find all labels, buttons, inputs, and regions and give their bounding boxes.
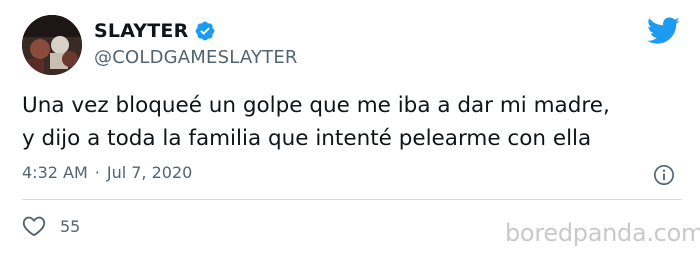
avatar[interactable] (22, 15, 82, 75)
divider (22, 199, 682, 200)
tweet-timestamp[interactable]: 4:32 AM · Jul 7, 2020 (22, 163, 192, 182)
like-count: 55 (60, 216, 81, 236)
tweet-date: Jul 7, 2020 (106, 163, 193, 182)
meta-separator: · (94, 163, 100, 182)
twitter-bird-icon[interactable] (647, 17, 680, 45)
verified-badge-icon (196, 21, 215, 41)
heart-icon[interactable] (22, 215, 46, 237)
watermark: boredpanda.com (505, 219, 700, 247)
like-action[interactable]: 55 (22, 215, 80, 237)
tweet-text: Una vez bloqueé un golpe que me iba a da… (22, 93, 610, 151)
tweet-card: SLAYTER @COLDGAMESLAYTER Una vez bloqueé… (0, 0, 700, 253)
info-icon[interactable] (653, 164, 675, 186)
display-name[interactable]: SLAYTER (94, 20, 188, 42)
user-handle[interactable]: @COLDGAMESLAYTER (94, 47, 298, 68)
tweet-time: 4:32 AM (22, 163, 88, 182)
author-name-row: SLAYTER (94, 18, 216, 44)
avatar-image (22, 15, 82, 75)
